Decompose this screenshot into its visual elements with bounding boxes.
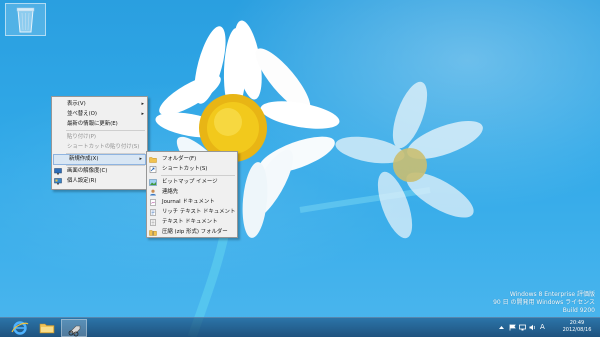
- menu-item-view[interactable]: 表示(V) ▸: [52, 99, 147, 109]
- watermark-license: 90 日 の開発用 Windows ライセンス: [493, 299, 595, 306]
- clock-date: 2012/08/16: [562, 327, 592, 333]
- submenu-item-rich-text[interactable]: リッチ テキスト ドキュメント: [147, 207, 237, 217]
- system-tray: A 20:49 2012/08/16: [490, 318, 600, 337]
- submenu-item-shortcut[interactable]: ショートカット(S): [147, 164, 237, 174]
- menu-separator: [161, 175, 235, 176]
- menu-item-label: Journal ドキュメント: [162, 199, 215, 205]
- submenu-item-contact[interactable]: 連絡先: [147, 187, 237, 197]
- menu-item-label: 貼り付け(P): [67, 134, 97, 140]
- evaluation-watermark: Windows 8 Enterprise 評価版 90 日 の開発用 Windo…: [493, 291, 595, 315]
- menu-item-label: 圧縮 (zip 形式) フォルダー: [162, 229, 228, 235]
- submenu-item-journal[interactable]: Journal ドキュメント: [147, 197, 237, 207]
- menu-item-label: ショートカット(S): [162, 166, 208, 172]
- menu-item-sort[interactable]: 並べ替え(O) ▸: [52, 109, 147, 119]
- network-icon[interactable]: [519, 324, 526, 331]
- submenu-item-zip-folder[interactable]: 圧縮 (zip 形式) フォルダー: [147, 227, 237, 237]
- menu-item-label: テキスト ドキュメント: [162, 219, 218, 225]
- menu-item-label: 連絡先: [162, 189, 179, 195]
- menu-item-label: ショートカットの貼り付け(S): [67, 144, 140, 150]
- display-icon: [54, 167, 62, 175]
- menu-item-label: 最新の情報に更新(E): [67, 121, 118, 127]
- text-document-icon: [149, 218, 157, 226]
- desktop[interactable]: 表示(V) ▸ 並べ替え(O) ▸ 最新の情報に更新(E) 貼り付け(P) ショ…: [0, 0, 600, 337]
- shortcut-icon: [149, 165, 157, 173]
- ime-indicator[interactable]: A: [540, 322, 550, 331]
- new-submenu: フォルダー(F) ショートカット(S) ビットマップ イメージ 連絡先 Jour…: [146, 151, 238, 238]
- desktop-context-menu: 表示(V) ▸ 並べ替え(O) ▸ 最新の情報に更新(E) 貼り付け(P) ショ…: [51, 96, 148, 190]
- contact-icon: [149, 189, 157, 196]
- menu-item-label: リッチ テキスト ドキュメント: [162, 209, 236, 215]
- action-center-flag-icon[interactable]: [509, 324, 516, 331]
- menu-item-paste-shortcut[interactable]: ショートカットの貼り付け(S): [52, 142, 147, 152]
- snipping-tool-icon[interactable]: [61, 319, 87, 337]
- show-hidden-icons-icon[interactable]: [498, 324, 505, 331]
- submenu-arrow-icon: ▸: [141, 101, 144, 107]
- menu-item-label: 画面の解像度(C): [67, 168, 108, 174]
- menu-item-label: フォルダー(F): [162, 156, 197, 162]
- submenu-item-text-document[interactable]: テキスト ドキュメント: [147, 217, 237, 227]
- folder-icon: [149, 156, 157, 163]
- menu-item-label: 個人設定(R): [67, 178, 97, 184]
- file-explorer-icon[interactable]: [34, 319, 60, 337]
- bitmap-icon: [149, 178, 157, 186]
- clock[interactable]: 20:49 2012/08/16: [560, 320, 594, 334]
- clock-time: 20:49: [569, 320, 585, 326]
- menu-item-label: 並べ替え(O): [67, 111, 98, 117]
- zip-folder-icon: [149, 229, 157, 236]
- recycle-bin-icon[interactable]: [5, 3, 46, 36]
- submenu-item-folder[interactable]: フォルダー(F): [147, 154, 237, 164]
- internet-explorer-icon[interactable]: [7, 319, 33, 337]
- menu-item-screen-resolution[interactable]: 画面の解像度(C): [52, 166, 147, 176]
- menu-item-personalize[interactable]: 個人設定(R): [52, 176, 147, 186]
- watermark-build: Build 9200: [562, 307, 595, 314]
- submenu-item-bitmap[interactable]: ビットマップ イメージ: [147, 177, 237, 187]
- submenu-arrow-icon: ▸: [139, 156, 142, 162]
- menu-item-refresh[interactable]: 最新の情報に更新(E): [52, 119, 147, 129]
- menu-separator: [66, 130, 145, 131]
- journal-icon: [149, 198, 157, 206]
- menu-item-paste[interactable]: 貼り付け(P): [52, 132, 147, 142]
- menu-item-new[interactable]: 新規作成(X) ▸: [53, 154, 146, 165]
- taskbar: A 20:49 2012/08/16: [0, 317, 600, 337]
- rich-text-icon: [149, 208, 157, 216]
- menu-item-label: ビットマップ イメージ: [162, 179, 218, 185]
- watermark-edition: Windows 8 Enterprise 評価版: [509, 291, 595, 298]
- submenu-arrow-icon: ▸: [141, 111, 144, 117]
- volume-icon[interactable]: [529, 324, 536, 331]
- menu-item-label: 表示(V): [67, 101, 86, 107]
- personalize-icon: [54, 177, 62, 185]
- menu-item-label: 新規作成(X): [69, 156, 99, 162]
